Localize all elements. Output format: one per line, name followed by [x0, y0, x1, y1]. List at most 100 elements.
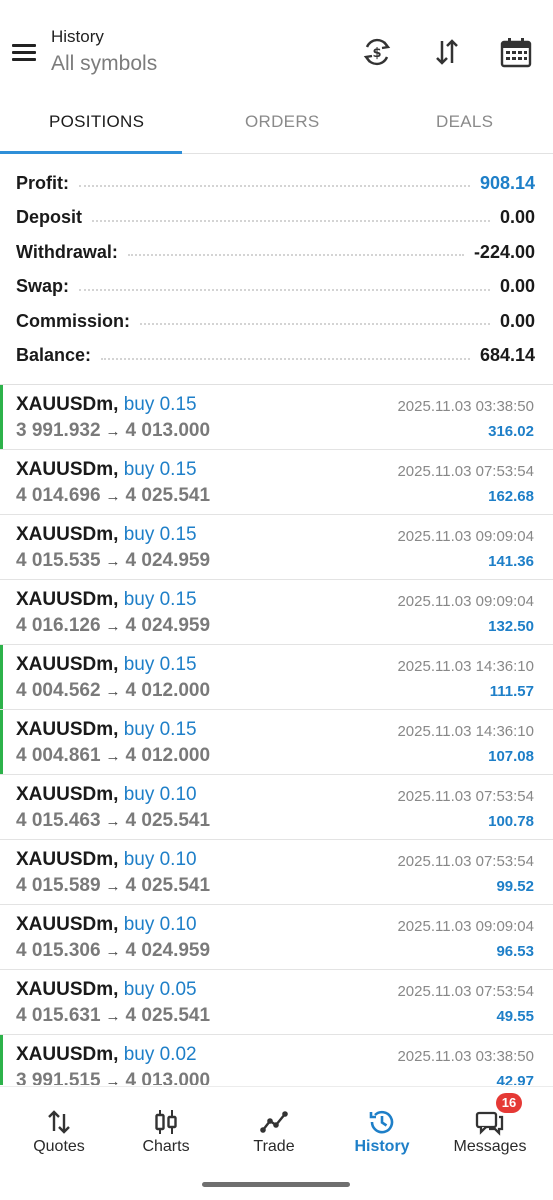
summary-value: 0.00: [499, 276, 535, 297]
nav-trade[interactable]: Trade: [219, 1087, 329, 1167]
tab-deals[interactable]: DEALS: [436, 112, 493, 132]
position-item[interactable]: XAUUSDm, buy 0.15 4 004.562 → 4 012.000 2025…: [0, 645, 553, 710]
position-item[interactable]: XAUUSDm, buy 0.15 4 014.696 → 4 025.541 2025…: [0, 450, 553, 515]
close-price: 4 012.000: [125, 745, 211, 766]
dotted-leader: [127, 254, 464, 257]
summary-value: 684.14: [479, 345, 535, 366]
summary-row: Commission: 0.00: [0, 304, 553, 339]
position-item[interactable]: XAUUSDm, buy 0.15 3 991.932 → 4 013.000 2025…: [0, 385, 553, 450]
quotes-icon: [44, 1107, 74, 1137]
position-side: buy 0.15: [123, 654, 197, 675]
summary-label: Commission:: [16, 310, 131, 331]
position-side: buy 0.05: [123, 979, 197, 1000]
summary-row: Withdrawal: -224.00: [0, 235, 553, 270]
position-symbol: XAUUSDm, buy 0.05: [16, 979, 197, 1000]
position-profit: 99.52: [496, 878, 534, 895]
position-item[interactable]: XAUUSDm, buy 0.10 4 015.306 → 4 024.959 2025…: [0, 905, 553, 970]
position-time: 2025.11.03 07:53:54: [397, 853, 534, 870]
position-profit: 96.53: [496, 943, 534, 960]
close-price: 4 025.541: [125, 485, 211, 506]
summary-value: 0.00: [499, 310, 535, 331]
summary-label: Deposit: [16, 207, 83, 228]
arrow-icon: →: [105, 488, 121, 505]
position-profit: 49.55: [496, 1008, 534, 1025]
position-item[interactable]: XAUUSDm, buy 0.15 4 016.126 → 4 024.959 2025…: [0, 580, 553, 645]
summary-value: 0.00: [499, 207, 535, 228]
dotted-leader: [92, 219, 490, 222]
position-item[interactable]: XAUUSDm, buy 0.10 4 015.463 → 4 025.541 2025…: [0, 775, 553, 840]
open-price: 4 015.589: [16, 875, 101, 896]
nav-messages[interactable]: 16 Messages: [435, 1087, 545, 1167]
position-marker: [0, 515, 3, 579]
position-marker: [0, 1035, 3, 1085]
position-profit: 100.78: [488, 813, 534, 830]
nav-label: Quotes: [33, 1138, 85, 1155]
summary-row: Swap: 0.00: [0, 270, 553, 305]
position-marker: [0, 385, 3, 449]
home-indicator[interactable]: [202, 1182, 350, 1187]
open-price: 4 015.306: [16, 940, 101, 961]
position-side: buy 0.10: [123, 849, 197, 870]
nav-label: Trade: [253, 1138, 295, 1155]
position-item[interactable]: XAUUSDm, buy 0.02 3 991.515 → 4 013.000 2025…: [0, 1035, 553, 1085]
position-marker: [0, 840, 3, 904]
close-price: 4 025.541: [125, 875, 211, 896]
position-item[interactable]: XAUUSDm, buy 0.15 4 004.861 → 4 012.000 2025…: [0, 710, 553, 775]
bottom-nav: Quotes Charts Trade History 16 Messages: [0, 1086, 553, 1200]
arrow-icon: →: [105, 553, 121, 570]
position-time: 2025.11.03 07:53:54: [397, 983, 534, 1000]
position-side: buy 0.15: [123, 459, 197, 480]
close-price: 4 012.000: [125, 680, 211, 701]
position-symbol: XAUUSDm, buy 0.10: [16, 914, 197, 935]
position-marker: [0, 450, 3, 514]
position-prices: 3 991.515 → 4 013.000: [16, 1070, 210, 1085]
nav-history[interactable]: History: [327, 1087, 437, 1167]
tab-positions[interactable]: POSITIONS: [49, 112, 144, 132]
positions-list[interactable]: XAUUSDm, buy 0.15 3 991.932 → 4 013.000 2025…: [0, 385, 553, 1085]
active-tab-indicator: [0, 151, 182, 154]
position-symbol: XAUUSDm, buy 0.10: [16, 784, 197, 805]
nav-charts[interactable]: Charts: [111, 1087, 221, 1167]
page-title: History: [51, 27, 104, 46]
open-price: 4 014.696: [16, 485, 101, 506]
position-prices: 4 015.306 → 4 024.959: [16, 940, 210, 962]
arrow-icon: →: [105, 1008, 121, 1025]
calendar-icon[interactable]: [499, 35, 533, 69]
position-item[interactable]: XAUUSDm, buy 0.05 4 015.631 → 4 025.541 2025…: [0, 970, 553, 1035]
tab-bar: POSITIONS ORDERS DEALS: [0, 100, 553, 154]
currency-exchange-icon[interactable]: $: [360, 35, 394, 69]
position-profit: 107.08: [488, 748, 534, 765]
position-marker: [0, 775, 3, 839]
symbol-filter[interactable]: All symbols: [51, 52, 157, 76]
summary-row: Balance: 684.14: [0, 339, 553, 374]
position-profit: 316.02: [488, 423, 534, 440]
nav-label: Charts: [142, 1138, 190, 1155]
position-side: buy 0.10: [123, 784, 197, 805]
position-prices: 3 991.932 → 4 013.000: [16, 420, 210, 442]
position-marker: [0, 710, 3, 774]
sort-icon[interactable]: [430, 35, 464, 69]
position-item[interactable]: XAUUSDm, buy 0.15 4 015.535 → 4 024.959 2025…: [0, 515, 553, 580]
position-item[interactable]: XAUUSDm, buy 0.10 4 015.589 → 4 025.541 2025…: [0, 840, 553, 905]
position-time: 2025.11.03 07:53:54: [397, 463, 534, 480]
summary-value: -224.00: [473, 241, 535, 262]
nav-quotes[interactable]: Quotes: [4, 1087, 114, 1167]
position-prices: 4 016.126 → 4 024.959: [16, 615, 210, 637]
arrow-icon: →: [105, 423, 121, 440]
arrow-icon: →: [105, 618, 121, 635]
position-symbol: XAUUSDm, buy 0.15: [16, 524, 197, 545]
summary-value: 908.14: [479, 172, 535, 193]
position-symbol: XAUUSDm, buy 0.15: [16, 719, 197, 740]
open-price: 4 016.126: [16, 615, 101, 636]
open-price: 4 004.861: [16, 745, 101, 766]
summary-row: Profit: 908.14: [0, 166, 553, 201]
position-side: buy 0.15: [123, 524, 197, 545]
position-side: buy 0.15: [123, 719, 197, 740]
nav-label: Messages: [453, 1138, 527, 1155]
menu-icon[interactable]: [12, 44, 36, 62]
position-symbol: XAUUSDm, buy 0.15: [16, 654, 197, 675]
position-time: 2025.11.03 03:38:50: [397, 398, 534, 415]
tab-orders[interactable]: ORDERS: [245, 112, 320, 132]
close-price: 4 013.000: [125, 420, 211, 441]
open-price: 3 991.515: [16, 1070, 101, 1085]
